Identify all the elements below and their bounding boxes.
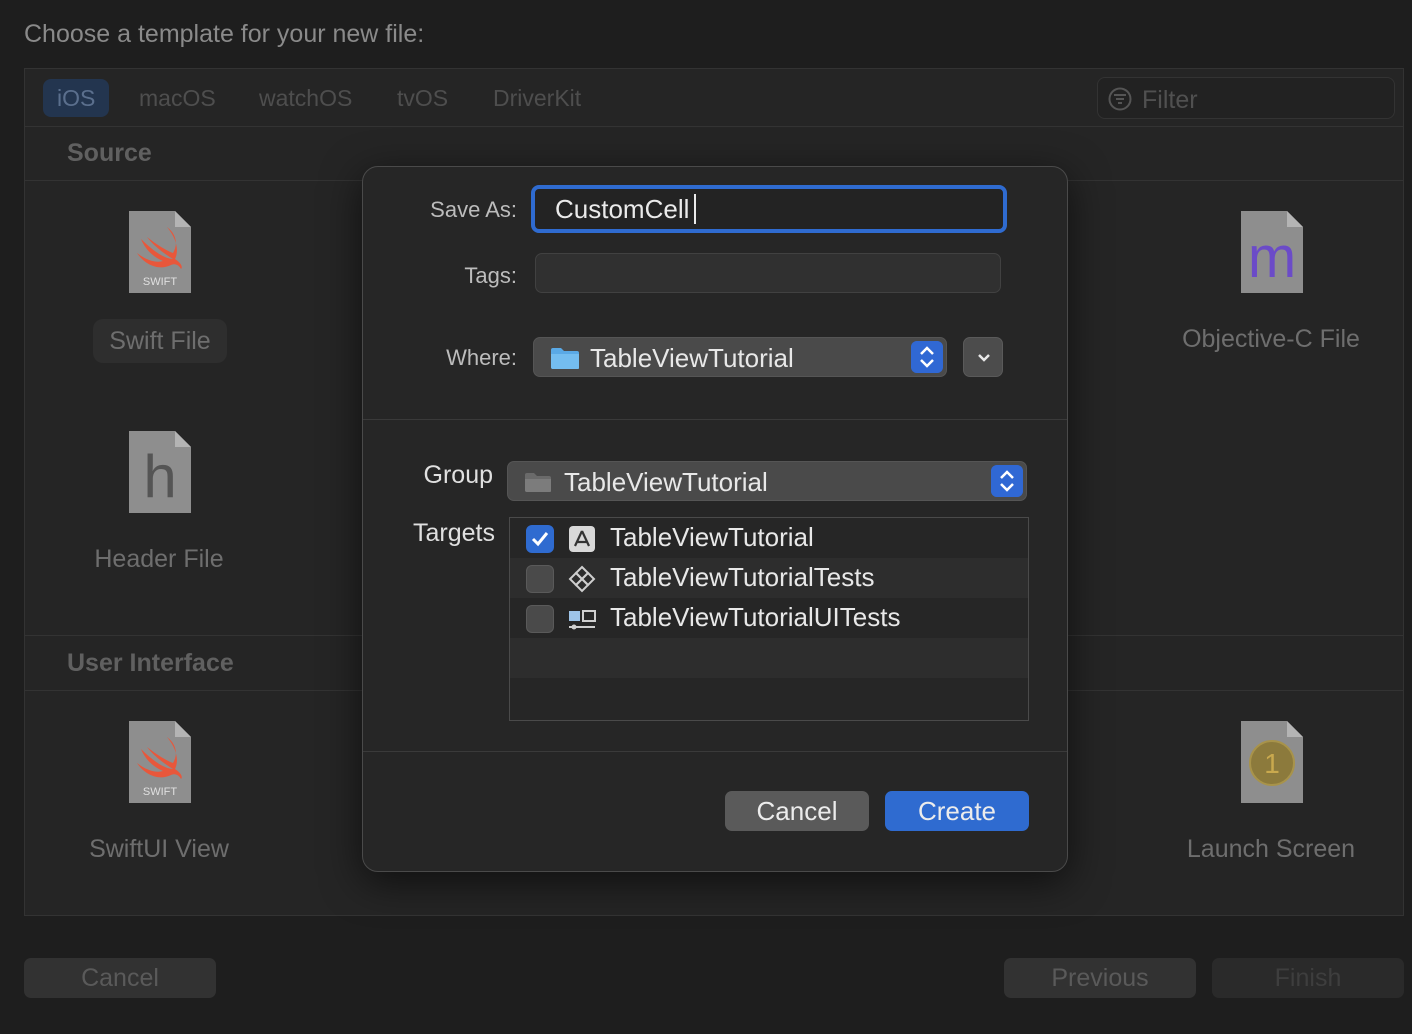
up-down-arrows-icon xyxy=(911,341,943,373)
expand-button[interactable] xyxy=(963,337,1003,377)
target-name: TableViewTutorial xyxy=(610,522,814,552)
create-button[interactable]: Create xyxy=(885,791,1029,831)
finish-button[interactable]: Finish xyxy=(1212,958,1404,998)
section-user-interface-title: User Interface xyxy=(67,649,234,677)
group-value: TableViewTutorial xyxy=(564,467,768,497)
ui-test-target-icon xyxy=(569,610,596,630)
swiftui-badge-text: SWIFT xyxy=(143,786,177,798)
swift-badge-text: SWIFT xyxy=(143,276,177,288)
tab-watchos[interactable]: watchOS xyxy=(245,79,366,117)
checkmark-icon xyxy=(531,532,549,547)
launch-screen-icon: 1 xyxy=(1241,721,1303,803)
group-popup[interactable]: TableViewTutorial xyxy=(507,461,1027,501)
target-row[interactable]: TableViewTutorialUITests xyxy=(510,598,1028,638)
save-as-label: Save As: xyxy=(430,197,517,222)
template-header-file-label: Header File xyxy=(94,545,224,573)
where-label: Where: xyxy=(446,345,517,370)
unit-test-target-icon xyxy=(568,565,596,593)
template-objc-file-label: Objective-C File xyxy=(1182,325,1360,353)
filter-placeholder: Filter xyxy=(1142,86,1198,114)
page-title: Choose a template for your new file: xyxy=(24,20,425,48)
target-checkbox[interactable] xyxy=(526,605,554,633)
previous-button[interactable]: Previous xyxy=(1004,958,1196,998)
dialog-divider-bottom xyxy=(363,751,1067,752)
group-folder-icon xyxy=(525,473,551,492)
target-row[interactable]: TableViewTutorialTests xyxy=(510,558,1028,598)
filter-icon xyxy=(1108,87,1132,111)
group-up-down-arrows-icon xyxy=(991,465,1023,497)
tab-macos[interactable]: macOS xyxy=(125,79,230,117)
where-popup[interactable]: TableViewTutorial xyxy=(533,337,947,377)
launch-glyph: 1 xyxy=(1264,748,1280,779)
target-row[interactable]: TableViewTutorial xyxy=(510,518,1028,558)
save-dialog: Save As: Tags: Where: TableViewTutorial … xyxy=(362,166,1068,872)
app-target-icon xyxy=(569,526,595,552)
header-glyph: h xyxy=(143,443,176,510)
filter-field[interactable]: Filter xyxy=(1097,77,1395,119)
targets-list: TableViewTutorial TableViewTutorialTests… xyxy=(509,517,1029,721)
tags-label: Tags: xyxy=(464,263,517,288)
tab-driverkit[interactable]: DriverKit xyxy=(479,79,595,117)
section-source-title: Source xyxy=(67,139,152,167)
folder-icon xyxy=(551,348,579,369)
platform-tab-bar: iOS macOS watchOS tvOS DriverKit Filter xyxy=(25,69,1403,127)
tab-tvos[interactable]: tvOS xyxy=(383,79,462,117)
target-checkbox[interactable] xyxy=(526,525,554,553)
targets-label: Targets xyxy=(413,519,495,547)
tab-ios[interactable]: iOS xyxy=(43,79,110,117)
template-launch-screen-label: Launch Screen xyxy=(1186,835,1356,863)
dialog-divider-top xyxy=(363,419,1067,420)
text-caret xyxy=(694,194,696,224)
swift-file-icon: SWIFT xyxy=(129,211,191,293)
group-label: Group xyxy=(423,461,493,489)
target-row-empty xyxy=(510,638,1028,678)
target-name: TableViewTutorialTests xyxy=(610,562,875,592)
header-file-icon: h xyxy=(129,431,191,513)
cancel-button[interactable]: Cancel xyxy=(24,958,216,998)
target-name: TableViewTutorialUITests xyxy=(610,602,901,632)
target-checkbox[interactable] xyxy=(526,565,554,593)
template-swiftui-view-label: SwiftUI View xyxy=(89,835,229,863)
objc-glyph: m xyxy=(1248,225,1296,290)
chevron-down-icon xyxy=(978,354,990,362)
tags-field[interactable] xyxy=(535,253,1001,293)
dialog-cancel-button[interactable]: Cancel xyxy=(725,791,869,831)
save-as-field[interactable] xyxy=(531,185,1007,233)
where-value: TableViewTutorial xyxy=(590,343,794,373)
swiftui-file-icon: SWIFT xyxy=(129,721,191,803)
objc-file-icon: m xyxy=(1241,211,1303,293)
template-swift-file-label: Swift File xyxy=(93,319,227,363)
